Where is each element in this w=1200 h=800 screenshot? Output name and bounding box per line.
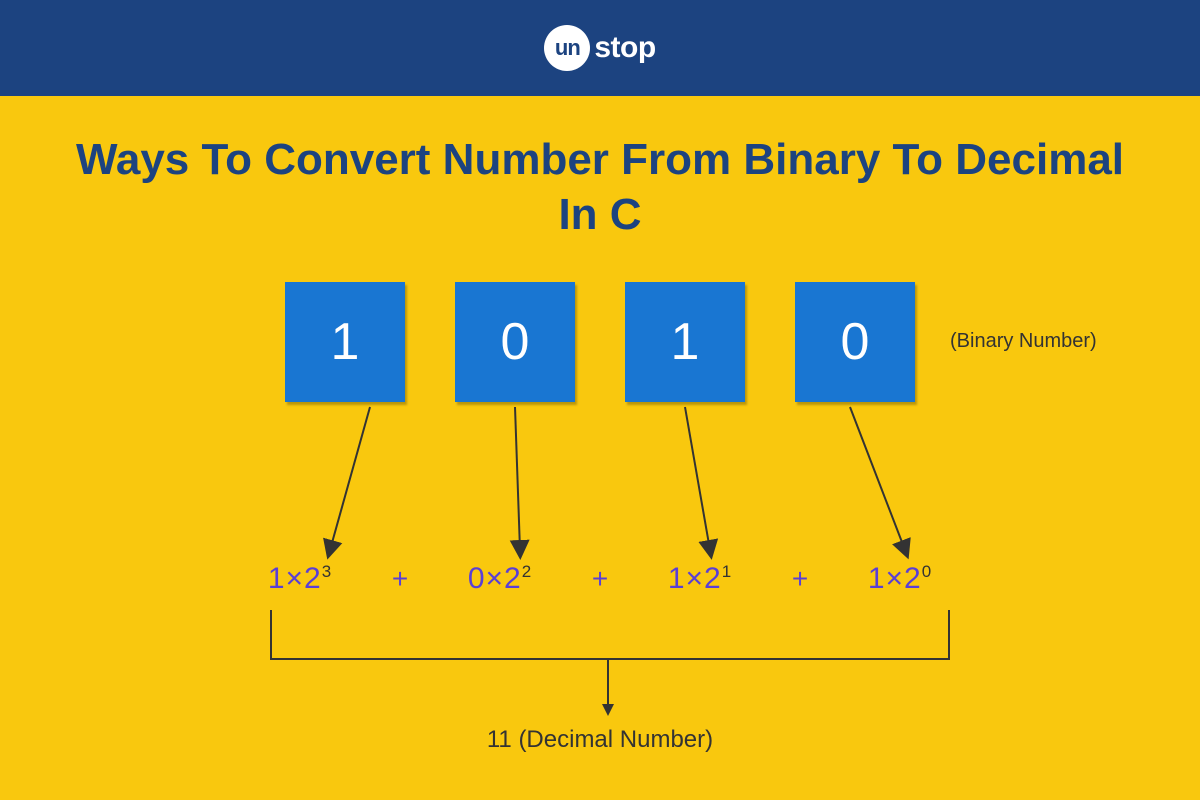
sum-bracket xyxy=(270,610,950,660)
brand-logo: un stop xyxy=(544,25,655,71)
term-1: 0×22 xyxy=(415,562,585,596)
term-0: 1×23 xyxy=(215,562,385,596)
expansion-formula: 1×23 + 0×22 + 1×21 + 1×20 xyxy=(150,562,1050,596)
term-3: 1×20 xyxy=(815,562,985,596)
plus-icon: + xyxy=(385,563,415,595)
decimal-result: 11 (Decimal Number) xyxy=(150,726,1050,754)
page-title: Ways To Convert Number From Binary To De… xyxy=(0,132,1200,242)
conversion-diagram: 1 0 1 0 (Binary Number) 1×23 + 0×22 + 1×… xyxy=(150,282,1050,782)
binary-label: (Binary Number) xyxy=(950,330,1097,353)
logo-circle: un xyxy=(544,25,590,71)
plus-icon: + xyxy=(785,563,815,595)
arrow-down-icon xyxy=(607,660,609,714)
plus-icon: + xyxy=(585,563,615,595)
binary-bit-2: 0 xyxy=(455,282,575,402)
binary-bit-1: 1 xyxy=(625,282,745,402)
result-label-text: (Decimal Number) xyxy=(518,726,713,753)
binary-bit-3: 1 xyxy=(285,282,405,402)
binary-bit-0: 0 xyxy=(795,282,915,402)
logo-text: stop xyxy=(594,31,655,65)
header-bar: un stop xyxy=(0,0,1200,96)
result-value: 11 xyxy=(487,726,512,753)
term-2: 1×21 xyxy=(615,562,785,596)
binary-bit-row: 1 0 1 0 (Binary Number) xyxy=(150,282,1050,402)
